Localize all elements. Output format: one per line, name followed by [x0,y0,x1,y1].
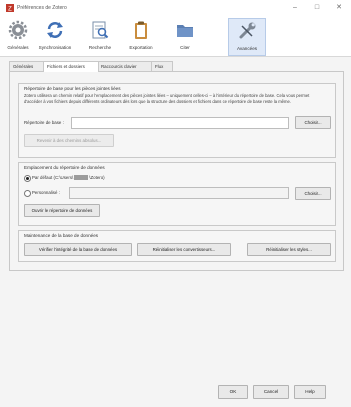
help-button[interactable]: Help [294,385,326,399]
svg-text:Z: Z [8,6,12,12]
toolbar-label: Citer [180,45,190,50]
title-bar: Z Préférences de Zotero – □ ✕ [0,0,351,16]
data-directory-group: Emplacement du répertoire de données Par… [18,162,336,226]
maximize-button[interactable]: □ [312,3,322,13]
revert-absolute-paths-button[interactable]: Revenir à des chemins absolus... [24,134,114,147]
tab-general[interactable]: Générales [9,61,45,71]
radio-selected-dot [26,177,29,180]
open-data-directory-button[interactable]: Ouvrir le répertoire de données [24,204,100,217]
toolbar-label: Exportation [129,45,153,50]
search-icon [92,21,109,39]
toolbar-label: Recherche [88,45,112,50]
base-directory-group: Répertoire de base pour les pièces joint… [18,83,336,158]
sync-icon [47,22,63,38]
cancel-button[interactable]: Cancel [253,385,289,399]
toolbar-item-general[interactable]: Générales [3,18,33,54]
toolbar-item-export[interactable]: Exportation [123,18,159,54]
tab-shortcuts[interactable]: Raccourcis clavier [97,61,153,71]
check-database-integrity-button[interactable]: Vérifier l'intégrité de la base de donné… [24,243,132,256]
custom-location-radio[interactable] [24,190,31,197]
choose-base-directory-button[interactable]: Choisir... [295,116,331,129]
tab-panel: Répertoire de base pour les pièces joint… [9,71,344,271]
reset-translators-button[interactable]: Réinitialiser les convertisseurs... [137,243,231,256]
toolbar-item-sync[interactable]: Synchronisation [34,18,76,54]
close-button[interactable]: ✕ [334,3,344,13]
wrench-icon [239,22,256,39]
tab-files-folders[interactable]: Fichiers et dossiers [43,61,99,72]
default-location-label: Par défaut (C:\Users\ \Zotero) [32,175,105,181]
base-directory-heading: Répertoire de base pour les pièces joint… [24,86,121,91]
redacted-username [74,175,89,181]
base-directory-label: Répertoire de base : [24,120,64,125]
maintenance-heading: Maintenance de la base de données [24,233,99,238]
base-directory-description: Zotero utilisera un chemin relatif pour … [24,93,310,104]
ok-button[interactable]: OK [218,385,248,399]
gear-icon [8,20,28,40]
reset-styles-button[interactable]: Réinitialiser les styles... [247,243,331,256]
default-path-prefix: Par défaut (C:\Users\ [32,175,74,180]
toolbar-label: Synchronisation [38,45,72,50]
custom-location-field[interactable] [69,187,289,199]
window-title: Préférences de Zotero [17,5,67,11]
clipboard-icon [135,21,147,39]
tab-feeds[interactable]: Flux [151,61,173,71]
toolbar-item-search[interactable]: Recherche [84,18,116,54]
choose-data-directory-button[interactable]: Choisir... [295,187,331,200]
toolbar-item-advanced[interactable]: Avancées [228,18,266,56]
toolbar-item-cite[interactable]: Citer [168,18,202,54]
data-directory-heading: Emplacement du répertoire de données [24,165,105,170]
zotero-app-icon: Z [6,4,14,12]
toolbar-label: Avancées [236,46,258,51]
base-directory-field[interactable] [71,117,289,129]
database-maintenance-group: Maintenance de la base de données Vérifi… [18,230,336,262]
minimize-button[interactable]: – [290,3,300,13]
preferences-window: Z Préférences de Zotero – □ ✕ Générales … [0,0,351,407]
toolbar-label: Générales [7,45,29,50]
custom-location-label: Personnalisé : [32,190,60,195]
preferences-toolbar: Générales Synchronisation Recherche Expo… [0,16,351,57]
folder-icon [177,25,193,37]
default-location-radio[interactable] [24,175,31,182]
default-path-suffix: \Zotero) [89,175,105,180]
